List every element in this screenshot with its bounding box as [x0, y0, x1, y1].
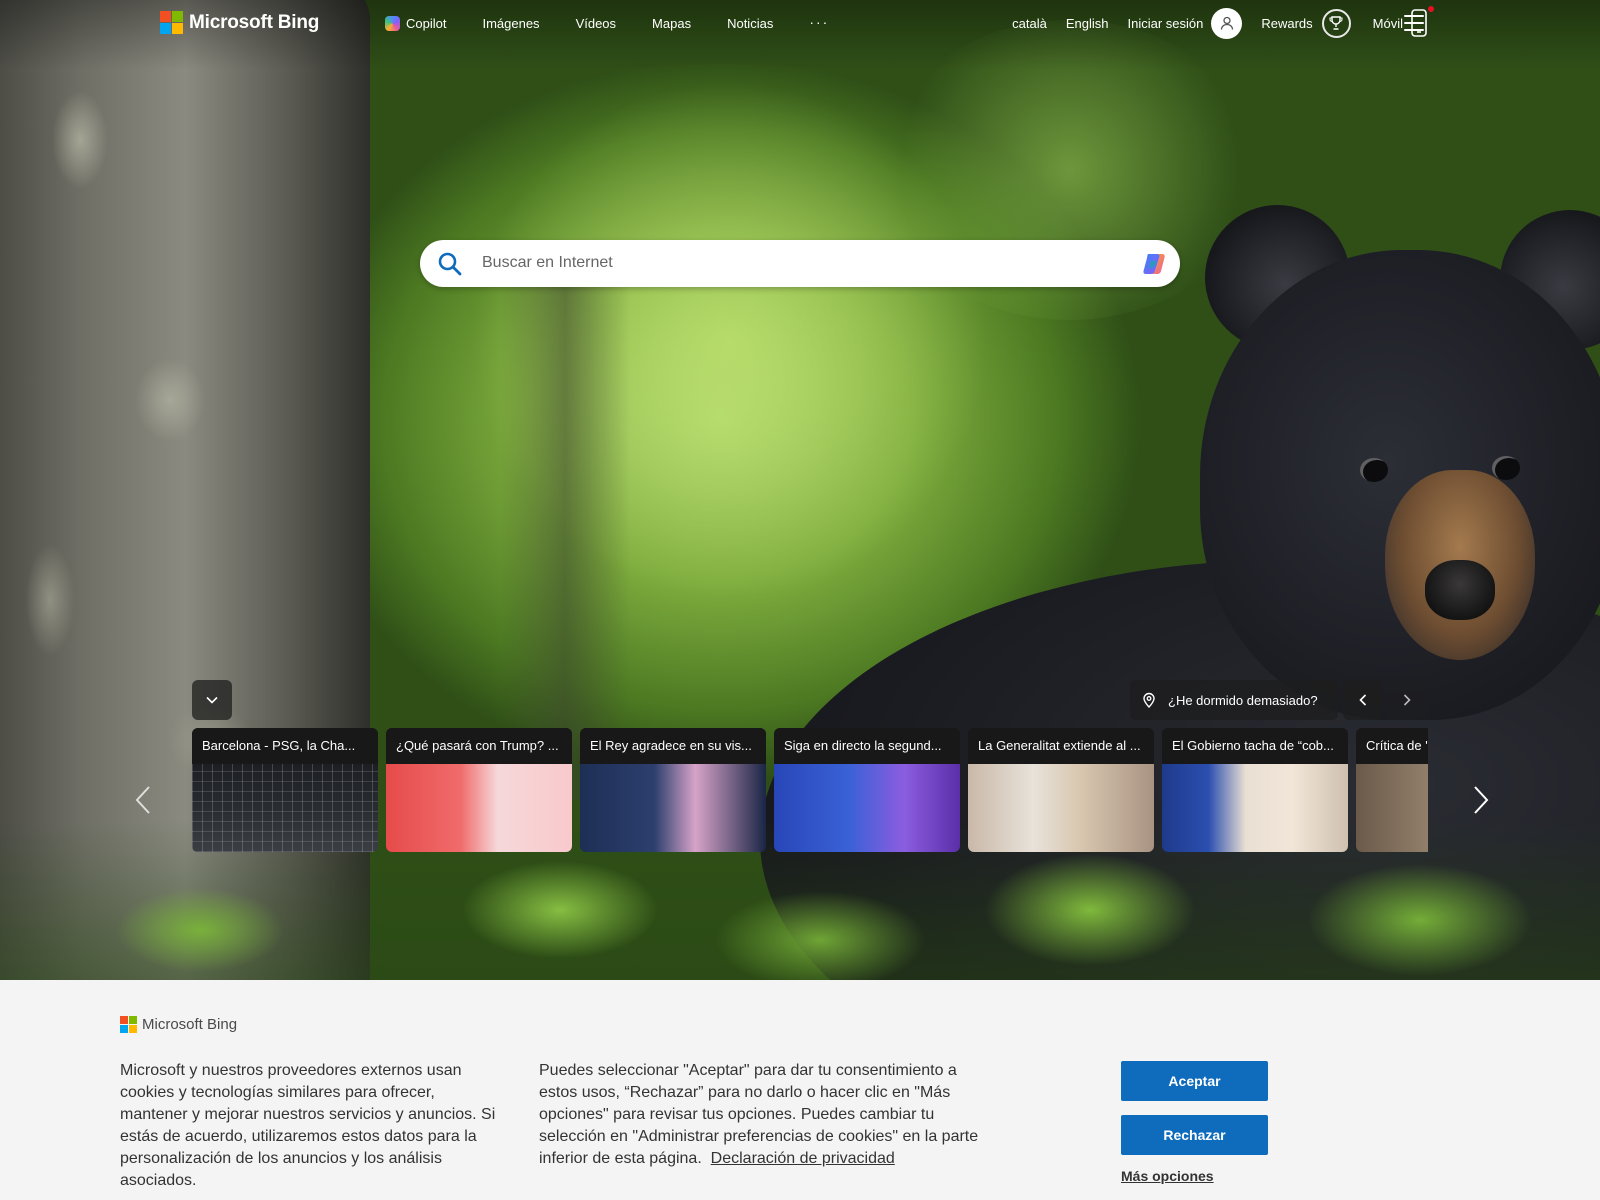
- news-card[interactable]: Siga en directo la segund...: [774, 728, 960, 852]
- chevron-down-icon: [206, 696, 218, 704]
- news-card-image: [1356, 764, 1428, 852]
- previous-image-button[interactable]: [1343, 680, 1383, 720]
- carousel-left-icon[interactable]: [132, 784, 156, 816]
- more-dots-icon: ···: [809, 13, 830, 30]
- search-box: [420, 240, 1180, 287]
- news-card-title: La Generalitat extiende al ...: [968, 728, 1154, 764]
- news-card[interactable]: ¿Qué pasará con Trump? ...: [386, 728, 572, 852]
- search-input[interactable]: [482, 248, 1102, 278]
- news-card[interactable]: Crítica de ': [1356, 728, 1428, 852]
- news-carousel: Barcelona - PSG, la Cha... ¿Qué pasará c…: [192, 728, 1428, 852]
- menu-hamburger-icon[interactable]: [1404, 15, 1424, 31]
- cookie-brand-logo: Microsoft Bing: [120, 1016, 237, 1033]
- bear-head: [1200, 250, 1600, 720]
- reject-button[interactable]: Rechazar: [1121, 1115, 1268, 1155]
- chevron-right-icon: [1403, 694, 1411, 706]
- news-card-image: [192, 764, 378, 852]
- news-card-title: ¿Qué pasará con Trump? ...: [386, 728, 572, 764]
- news-card-title: El Rey agradece en su vis...: [580, 728, 766, 764]
- copilot-search-icon[interactable]: [1142, 251, 1168, 277]
- search-icon[interactable]: [436, 250, 464, 278]
- news-card-image: [1162, 764, 1348, 852]
- image-info-button[interactable]: ¿He dormido demasiado?: [1130, 680, 1338, 720]
- news-card[interactable]: La Generalitat extiende al ...: [968, 728, 1154, 852]
- lang-catala-link[interactable]: català: [1012, 16, 1047, 31]
- cookie-choices-text: Puedes seleccionar "Aceptar" para dar tu…: [539, 1060, 989, 1170]
- user-avatar-icon: [1211, 7, 1243, 39]
- rewards-button[interactable]: Rewards: [1261, 8, 1351, 38]
- news-card-image: [774, 764, 960, 852]
- nav-news-label: Noticias: [727, 16, 774, 31]
- bing-logo[interactable]: Microsoft Bing: [160, 11, 319, 34]
- header-right: català English Iniciar sesión Rewards Mó…: [993, 6, 1434, 39]
- news-card-title: El Gobierno tacha de “cob...: [1162, 728, 1348, 764]
- mobile-label: Móvil: [1372, 15, 1403, 31]
- sign-in-label: Iniciar sesión: [1127, 15, 1204, 31]
- news-card[interactable]: El Rey agradece en su vis...: [580, 728, 766, 852]
- nav-videos-label: Vídeos: [575, 16, 617, 31]
- lang-english-link[interactable]: English: [1066, 16, 1109, 31]
- news-card-image: [968, 764, 1154, 852]
- nav-maps-label: Mapas: [652, 16, 692, 31]
- location-pin-icon: [1143, 692, 1155, 708]
- news-card-image: [386, 764, 572, 852]
- news-card-title: Crítica de ': [1356, 728, 1428, 764]
- news-card-title: Barcelona - PSG, la Cha...: [192, 728, 378, 764]
- news-card-title: Siga en directo la segund...: [774, 728, 960, 764]
- trophy-icon: [1321, 8, 1351, 38]
- more-options-link[interactable]: Más opciones: [1121, 1168, 1214, 1184]
- carousel-right-icon[interactable]: [1468, 784, 1492, 816]
- nav-images-label: Imágenes: [482, 16, 540, 31]
- chevron-left-icon: [1359, 694, 1367, 706]
- nav-maps[interactable]: Mapas: [652, 16, 691, 31]
- nav-images[interactable]: Imágenes: [482, 16, 539, 31]
- nav-news[interactable]: Noticias: [727, 16, 773, 31]
- nav-more-button[interactable]: ···: [809, 14, 829, 30]
- news-card[interactable]: Barcelona - PSG, la Cha...: [192, 728, 378, 852]
- notification-dot: [1428, 6, 1434, 12]
- microsoft-logo-icon: [120, 1016, 137, 1033]
- privacy-statement-link[interactable]: Declaración de privacidad: [711, 1150, 895, 1167]
- news-card-image: [580, 764, 766, 852]
- nav-copilot[interactable]: Copilot: [385, 16, 446, 31]
- cookie-description: Microsoft y nuestros proveedores externo…: [120, 1062, 496, 1189]
- top-header: Microsoft Bing Copilot Imágenes Vídeos M…: [0, 0, 1600, 46]
- image-question: ¿He dormido demasiado?: [1168, 692, 1318, 708]
- copilot-icon: [385, 16, 400, 31]
- nav-copilot-label: Copilot: [406, 16, 447, 31]
- main-nav: Copilot Imágenes Vídeos Mapas Noticias ·…: [385, 14, 865, 31]
- brand-name: Microsoft Bing: [189, 11, 320, 33]
- sign-in-button[interactable]: Iniciar sesión: [1127, 7, 1243, 39]
- news-card[interactable]: El Gobierno tacha de “cob...: [1162, 728, 1348, 852]
- cookie-brand-name: Microsoft Bing: [142, 1016, 238, 1033]
- collapse-feed-button[interactable]: [192, 680, 232, 720]
- rewards-label: Rewards: [1261, 15, 1313, 31]
- nav-videos[interactable]: Vídeos: [576, 16, 616, 31]
- microsoft-logo-icon: [160, 11, 183, 34]
- accept-button[interactable]: Aceptar: [1121, 1061, 1268, 1101]
- next-image-button[interactable]: [1387, 680, 1427, 720]
